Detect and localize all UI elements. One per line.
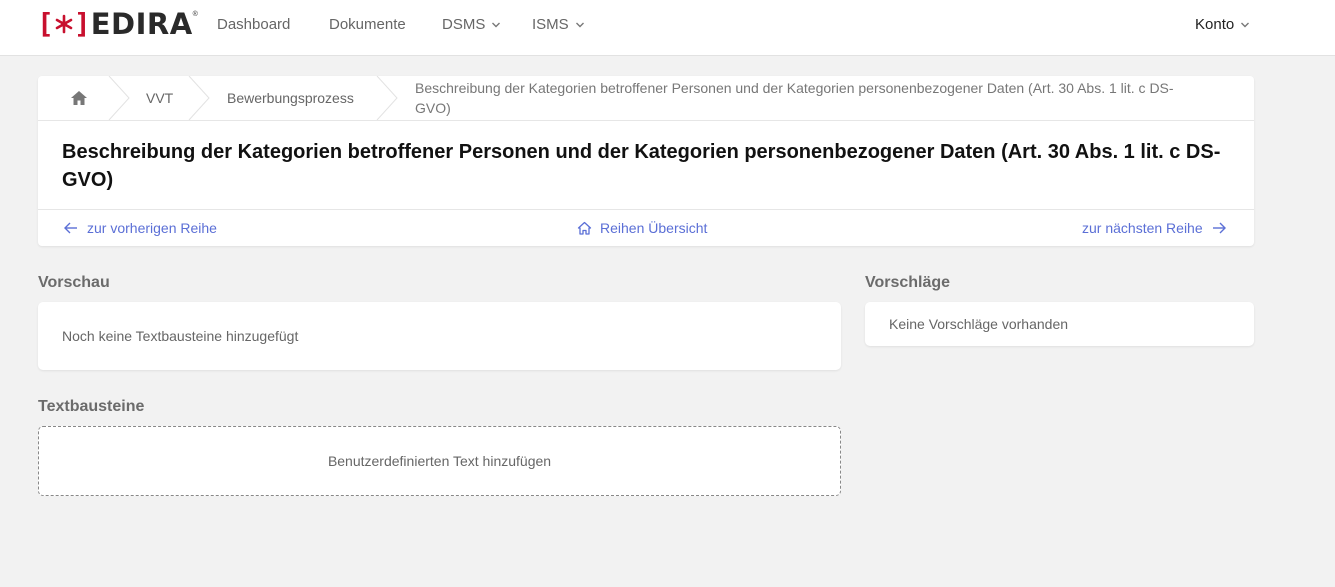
logo-wordmark: EDIRA (90, 7, 193, 41)
account-menu[interactable]: Konto (1195, 16, 1250, 33)
chevron-down-icon (1241, 22, 1250, 27)
logo-bracket-right: ] (73, 7, 91, 40)
preview-heading: Vorschau (38, 274, 110, 291)
row-overview-label: Reihen Übersicht (600, 220, 708, 236)
page-title-line2: GVO) (62, 169, 114, 191)
breadcrumb-current-line1: Beschreibung der Kategorien betroffener … (415, 80, 1174, 96)
nav-dashboard-label: Dashboard (217, 16, 291, 33)
top-navbar: [ ] EDIRA ® Dashboard Dokumente DSMS ISM… (0, 0, 1335, 56)
logo-registered-mark: ® (192, 11, 198, 18)
nav-dsms-label: DSMS (442, 16, 486, 33)
account-label: Konto (1195, 16, 1235, 33)
preview-card: Noch keine Textbausteine hinzugefügt (38, 302, 841, 370)
suggestions-empty-text: Keine Vorschläge vorhanden (889, 316, 1069, 332)
breadcrumb-item-label: VVT (146, 90, 174, 106)
home-icon (577, 221, 592, 235)
chevron-down-icon (575, 22, 584, 27)
breadcrumb: VVT Bewerbungsprozess Beschreibung der K… (38, 76, 1254, 121)
page-title: Beschreibung der Kategorien betroffener … (62, 138, 1237, 194)
breadcrumb-item-vvt[interactable]: VVT (146, 76, 173, 120)
arrow-right-icon (1212, 222, 1226, 234)
nav-isms[interactable]: ISMS (532, 16, 585, 33)
edira-logo[interactable]: [ ] EDIRA ® (37, 7, 198, 41)
previous-row-label: zur vorherigen Reihe (87, 220, 217, 236)
previous-row-link[interactable]: zur vorherigen Reihe (63, 220, 217, 236)
breadcrumb-home[interactable] (70, 76, 88, 120)
nav-dokumente[interactable]: Dokumente (329, 16, 406, 33)
breadcrumb-separator (376, 76, 398, 120)
logo-star-icon (55, 14, 73, 34)
nav-dsms[interactable]: DSMS (442, 16, 501, 33)
next-row-label: zur nächsten Reihe (1082, 220, 1203, 236)
breadcrumb-item-label: Bewerbungsprozess (227, 90, 354, 106)
textblocks-heading: Textbausteine (38, 398, 145, 415)
add-custom-text-label: Benutzerdefinierten Text hinzufügen (327, 453, 552, 469)
breadcrumb-current-line2: GVO) (415, 100, 451, 116)
breadcrumb-item-bewerbungsprozess[interactable]: Bewerbungsprozess (227, 76, 354, 120)
suggestions-card: Keine Vorschläge vorhanden (865, 302, 1254, 346)
preview-empty-text: Noch keine Textbausteine hinzugefügt (62, 328, 299, 344)
row-overview-link[interactable]: Reihen Übersicht (577, 220, 707, 236)
breadcrumb-current: Beschreibung der Kategorien betroffener … (415, 78, 1235, 118)
home-icon (71, 91, 87, 105)
nav-isms-label: ISMS (532, 16, 569, 33)
header-card: VVT Bewerbungsprozess Beschreibung der K… (38, 76, 1254, 246)
chevron-down-icon (492, 22, 501, 27)
row-navigation: zur vorherigen Reihe Reihen Übersicht zu… (38, 209, 1254, 246)
nav-dashboard[interactable]: Dashboard (217, 16, 290, 33)
breadcrumb-separator (188, 76, 210, 120)
breadcrumb-separator (108, 76, 130, 120)
next-row-link[interactable]: zur nächsten Reihe (1082, 220, 1227, 236)
logo-bracket-left: [ (37, 7, 54, 40)
arrow-left-icon (64, 222, 77, 234)
suggestions-heading: Vorschläge (865, 274, 951, 291)
page-title-line1: Beschreibung der Kategorien betroffener … (62, 141, 1221, 163)
nav-dokumente-label: Dokumente (329, 16, 406, 33)
add-custom-text-button[interactable]: Benutzerdefinierten Text hinzufügen (38, 426, 841, 496)
